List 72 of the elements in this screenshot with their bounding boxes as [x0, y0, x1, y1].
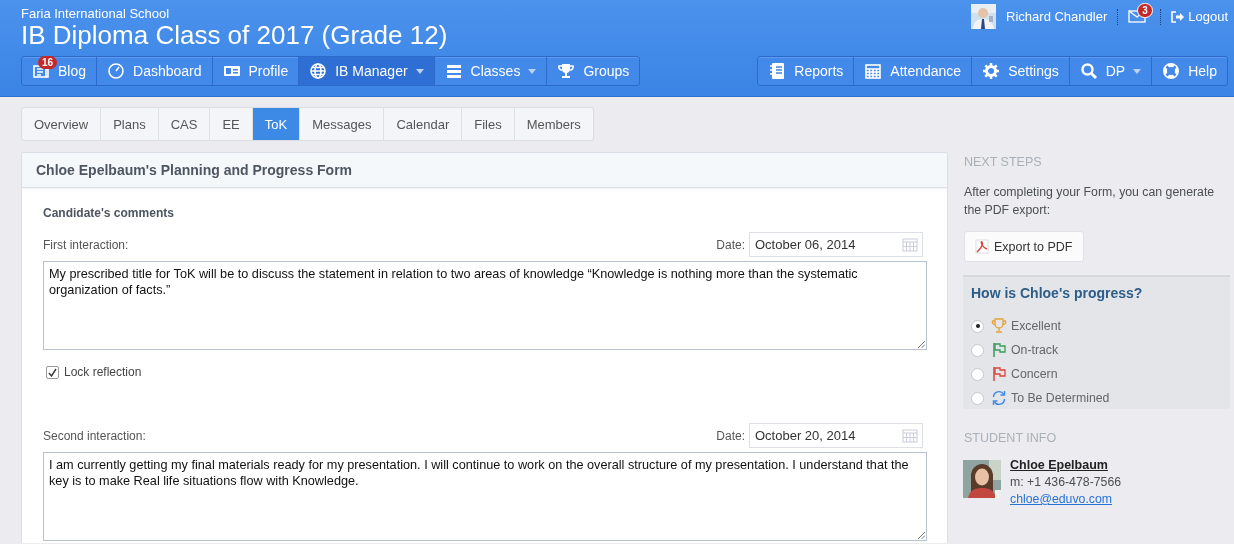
panel-title: Chloe Epelbaum's Planning and Progress Form [36, 162, 353, 178]
nav-button[interactable]: Dashboard [97, 57, 213, 85]
nav-button[interactable]: Reports [758, 57, 855, 85]
nav-button[interactable]: Help [1152, 57, 1227, 85]
radio-button[interactable] [971, 367, 984, 381]
date-label: Date: [716, 237, 745, 252]
calendar-icon [864, 62, 883, 80]
tab[interactable]: EE [210, 108, 253, 140]
resize-grip-icon [918, 341, 925, 348]
tab[interactable]: CAS [158, 108, 211, 140]
phone-number: m: +1 436-478-7566 [1010, 475, 1122, 489]
option-label: Concern [1011, 367, 1058, 381]
logout-link[interactable]: Logout [1171, 9, 1228, 24]
field-label: First interaction: [43, 237, 129, 252]
comment-field[interactable]: My prescribed title for ToK will be to discuss the statement in relation to two areas of knowledge “Knowledge is nothing more than the systematic organization of facts.” [43, 261, 927, 350]
nav-button[interactable]: Settings [972, 57, 1070, 85]
tab[interactable]: ToK [252, 108, 301, 140]
refresh-icon [991, 390, 1007, 406]
section-heading: NEXT STEPS [964, 155, 1043, 169]
tab[interactable]: Calendar [384, 108, 463, 140]
tab[interactable]: Files [462, 108, 515, 140]
email-link[interactable]: chloe@eduvo.com [1010, 492, 1122, 506]
resize-grip-icon [918, 532, 925, 539]
trophy-icon [557, 62, 576, 80]
nav-button[interactable]: DP [1069, 57, 1153, 85]
globe-icon [309, 62, 328, 80]
user-name[interactable]: Richard Chandler [1006, 9, 1108, 24]
option-label: To Be Determined [1011, 391, 1110, 405]
search-icon [1079, 62, 1098, 80]
section-heading: STUDENT INFO [964, 431, 1058, 445]
page-title: IB Diploma Class of 2017 (Grade 12) [21, 21, 448, 49]
flag-icon [991, 366, 1007, 382]
radio-button[interactable] [971, 391, 984, 405]
settings-icon [982, 62, 1001, 80]
radio-button[interactable] [971, 319, 984, 333]
gauge-icon [107, 62, 126, 80]
calendar-icon [902, 237, 918, 252]
radio-button[interactable] [971, 343, 984, 357]
nav-button[interactable]: Groups [547, 57, 640, 85]
flag-icon [991, 342, 1007, 358]
logout-icon [1171, 10, 1185, 23]
student-name-link[interactable]: Chloe Epelbaum [1010, 458, 1122, 472]
help-text: After completing your Form, you can generate the PDF export: [964, 184, 1216, 219]
count-badge: 16 [38, 56, 58, 69]
help-icon [1162, 62, 1181, 80]
list-icon [444, 62, 463, 80]
field-label: Second interaction: [43, 428, 146, 443]
trophy-icon [991, 318, 1007, 334]
option-label: Excellent [1011, 319, 1061, 333]
tab[interactable]: Overview [22, 108, 102, 140]
tab[interactable]: Messages [300, 108, 385, 140]
nav-button[interactable]: Attendance [854, 57, 973, 85]
panel-title: How is Chloe's progress? [971, 285, 1144, 301]
checkbox[interactable] [46, 365, 59, 379]
school-name: Faria International School [21, 7, 171, 21]
nav-button[interactable]: IB Manager [299, 57, 435, 85]
option-label: On-track [1011, 343, 1059, 357]
notebook-icon [768, 62, 787, 80]
calendar-icon [902, 428, 918, 443]
date-field[interactable]: October 06, 2014 [749, 232, 923, 257]
nav-button[interactable]: Classes [434, 57, 548, 85]
pdf-icon [975, 239, 989, 254]
date-field[interactable]: October 20, 2014 [749, 423, 923, 448]
date-label: Date: [716, 428, 745, 443]
tab[interactable]: Plans [101, 108, 159, 140]
count-badge: 3 [1137, 3, 1153, 18]
export-button[interactable]: Export to PDF [964, 231, 1084, 262]
section-heading: Candidate's comments [43, 206, 175, 220]
tab[interactable]: Members [514, 108, 593, 140]
comment-field[interactable]: I am currently getting my final materials ready for my presentation. I will continue to work on the overall structure of my presentation. I understand that the key is to make Real life situations flow with Knowledge. [43, 452, 927, 541]
nav-button[interactable]: 16 Blog [22, 57, 98, 85]
checkbox-label: Lock reflection [64, 365, 142, 379]
